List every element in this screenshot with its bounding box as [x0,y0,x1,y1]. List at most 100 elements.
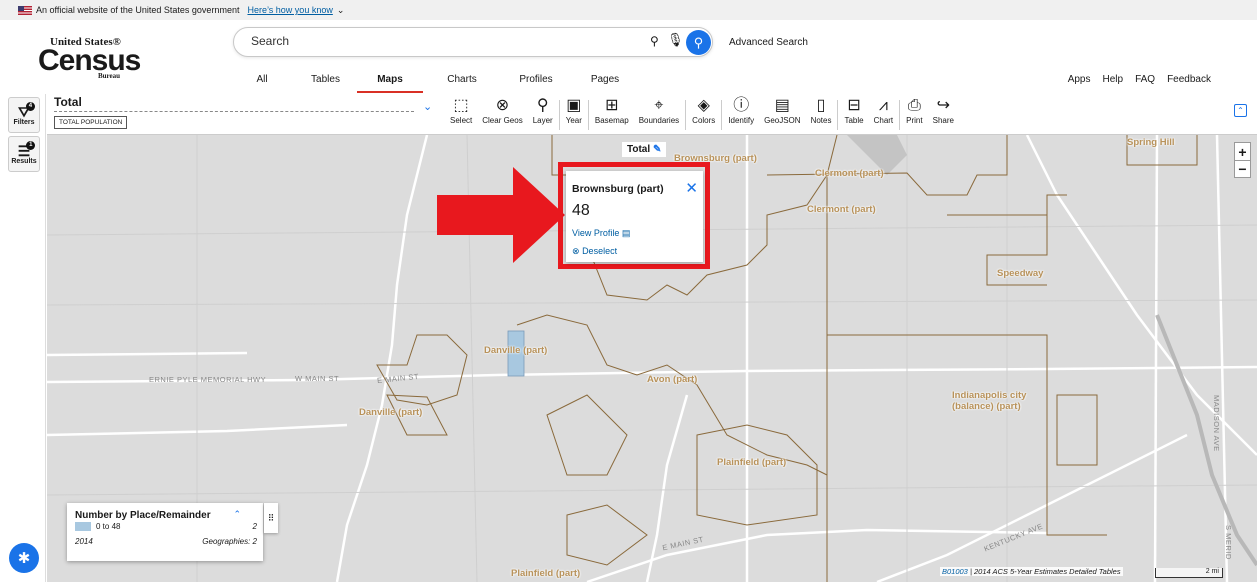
geography-popup: Brownsburg (part) ✕ 48 View Profile ▤ ⊗ … [566,171,703,262]
collapse-toolbar-button[interactable]: ⌃ [1234,104,1247,117]
zoom-in-button[interactable]: + [1235,143,1250,160]
table-code-link[interactable]: B01003 [942,567,968,576]
heres-how-you-know-link[interactable]: Here’s how you know [247,5,332,15]
toolbar-divider [721,100,723,130]
map-canvas[interactable]: Brownsburg (part) Clermont (part) Clermo… [47,135,1257,582]
tool-label: Basemap [594,116,629,125]
accessibility-button[interactable]: ✱ [9,543,39,573]
variable-dropdown-chevron-icon[interactable]: ⌄ [423,100,432,113]
place-label: Speedway [997,268,1044,279]
deselect-link[interactable]: ⊗ Deselect [572,246,617,257]
deselect-label: Deselect [582,246,618,256]
tool-label: Select [450,116,473,125]
side-rail: ⛛ 4 Filters ☰ 1 Results ✱ [0,94,46,582]
feedback-link[interactable]: Feedback [1167,74,1211,85]
variable-chip[interactable]: TOTAL POPULATION [54,116,128,129]
logo-census: Census [38,44,141,77]
red-arrow-icon [437,167,565,263]
place-label: Indianapolis city (balance) (part) [952,390,1027,412]
location-pin-icon[interactable]: ⚲ [650,34,659,48]
basemap-button[interactable]: ⊞ Basemap [590,96,634,130]
geojson-button[interactable]: ▤ GeoJSON [759,96,805,130]
chevron-down-icon[interactable]: ⌄ [337,5,345,16]
title-divider [54,111,414,112]
tool-label: Print [906,116,923,125]
source-text: 2014 ACS 5-Year Estimates Detailed Table… [973,567,1121,576]
search-input[interactable] [251,34,631,48]
double-chevron-up-icon: ⌃ [1237,106,1244,115]
help-link[interactable]: Help [1102,74,1123,85]
layer-pin-icon: ⚲ [536,97,549,114]
toolbar-divider [899,100,901,130]
colors-button[interactable]: ◈ Colors [687,96,720,130]
filters-button[interactable]: ⛛ 4 Filters [8,97,40,133]
basemap-grid-icon: ⊞ [605,97,619,114]
pencil-edit-icon[interactable]: ✎ [653,144,661,155]
identify-button[interactable]: ⓘ Identify [723,96,759,130]
legend-collapse-icon[interactable]: ⌃ [233,509,241,520]
gov-banner: An official website of the United States… [0,0,1257,20]
tab-pages[interactable]: Pages [571,74,639,93]
print-button[interactable]: ⎙ Print [901,96,927,130]
zoom-out-button[interactable]: − [1235,160,1250,177]
tab-charts[interactable]: Charts [423,74,501,93]
site-header: United States® Census Bureau ⚲ 🎙 ⚲ Advan… [0,20,1257,94]
search-button[interactable]: ⚲ [686,30,711,55]
total-tag[interactable]: Total ✎ [622,142,667,157]
place-label: Clermont (part) [815,168,884,179]
place-label: Danville (part) [484,345,548,356]
chart-button[interactable]: ⩘ Chart [869,96,899,130]
logo-bureau: Bureau [98,72,121,80]
road-label: W MAIN ST [295,374,340,383]
apps-link[interactable]: Apps [1068,74,1091,85]
tool-label: Colors [692,116,716,125]
legend-year: 2014 [75,537,93,546]
select-tool-button[interactable]: ⬚ Select [445,96,477,130]
boundaries-button[interactable]: ⌖ Boundaries [634,96,684,130]
tool-label: Share [932,116,954,125]
search-box: ⚲ 🎙 ⚲ [233,27,713,57]
notes-document-icon: ▯ [816,97,826,114]
calendar-icon: ▣ [566,97,582,114]
toolbar-divider [558,100,560,130]
printer-icon: ⎙ [907,97,921,114]
year-button[interactable]: ▣ Year [561,96,587,130]
microphone-icon[interactable]: 🎙 [667,32,684,48]
tab-profiles[interactable]: Profiles [501,74,571,93]
place-label: Avon (part) [647,374,698,385]
clear-geos-button[interactable]: ⊗ Clear Geos [477,96,527,130]
clear-circle-x-icon: ⊗ [495,97,510,114]
drag-handle-icon[interactable]: ⠿ [264,503,278,533]
toolbar-divider [587,100,589,130]
tool-label: Layer [532,116,553,125]
legend-title: Number by Place/Remainder [75,510,211,521]
view-profile-link[interactable]: View Profile ▤ [572,228,630,239]
notes-button[interactable]: ▯ Notes [806,96,837,130]
results-button[interactable]: ☰ 1 Results [8,136,40,172]
share-arrow-icon: ↪ [936,97,950,114]
paint-bucket-icon: ◈ [697,97,710,114]
popup-title: Brownsburg (part) [572,183,664,195]
tab-maps[interactable]: Maps [357,74,423,93]
zoom-controls: + − [1234,142,1251,178]
census-logo[interactable]: United States® Census Bureau [38,36,141,80]
tab-all[interactable]: All [230,74,294,93]
faq-link[interactable]: FAQ [1135,74,1155,85]
place-label: Spring Hill [1127,137,1175,148]
tab-tables[interactable]: Tables [294,74,357,93]
select-rectangle-icon: ⬚ [453,97,469,114]
filters-label: Filters [13,118,35,126]
info-icon: ⓘ [733,97,750,114]
results-count-badge: 1 [26,140,36,150]
close-icon[interactable]: ✕ [685,179,698,197]
layer-button[interactable]: ⚲ Layer [528,96,558,130]
table-button[interactable]: ⊟ Table [839,96,868,130]
toolbar-divider [837,100,839,130]
filter-icon: ⛛ 4 [18,101,35,119]
tool-label: Boundaries [638,116,680,125]
share-button[interactable]: ↪ Share [928,96,959,130]
map-legend: Number by Place/Remainder ⌃ 0 to 48 2 20… [67,503,263,561]
advanced-search-link[interactable]: Advanced Search [729,37,808,48]
legend-geographies: Geographies: 2 [202,537,257,546]
scale-bar: 2 mi [1155,568,1223,578]
